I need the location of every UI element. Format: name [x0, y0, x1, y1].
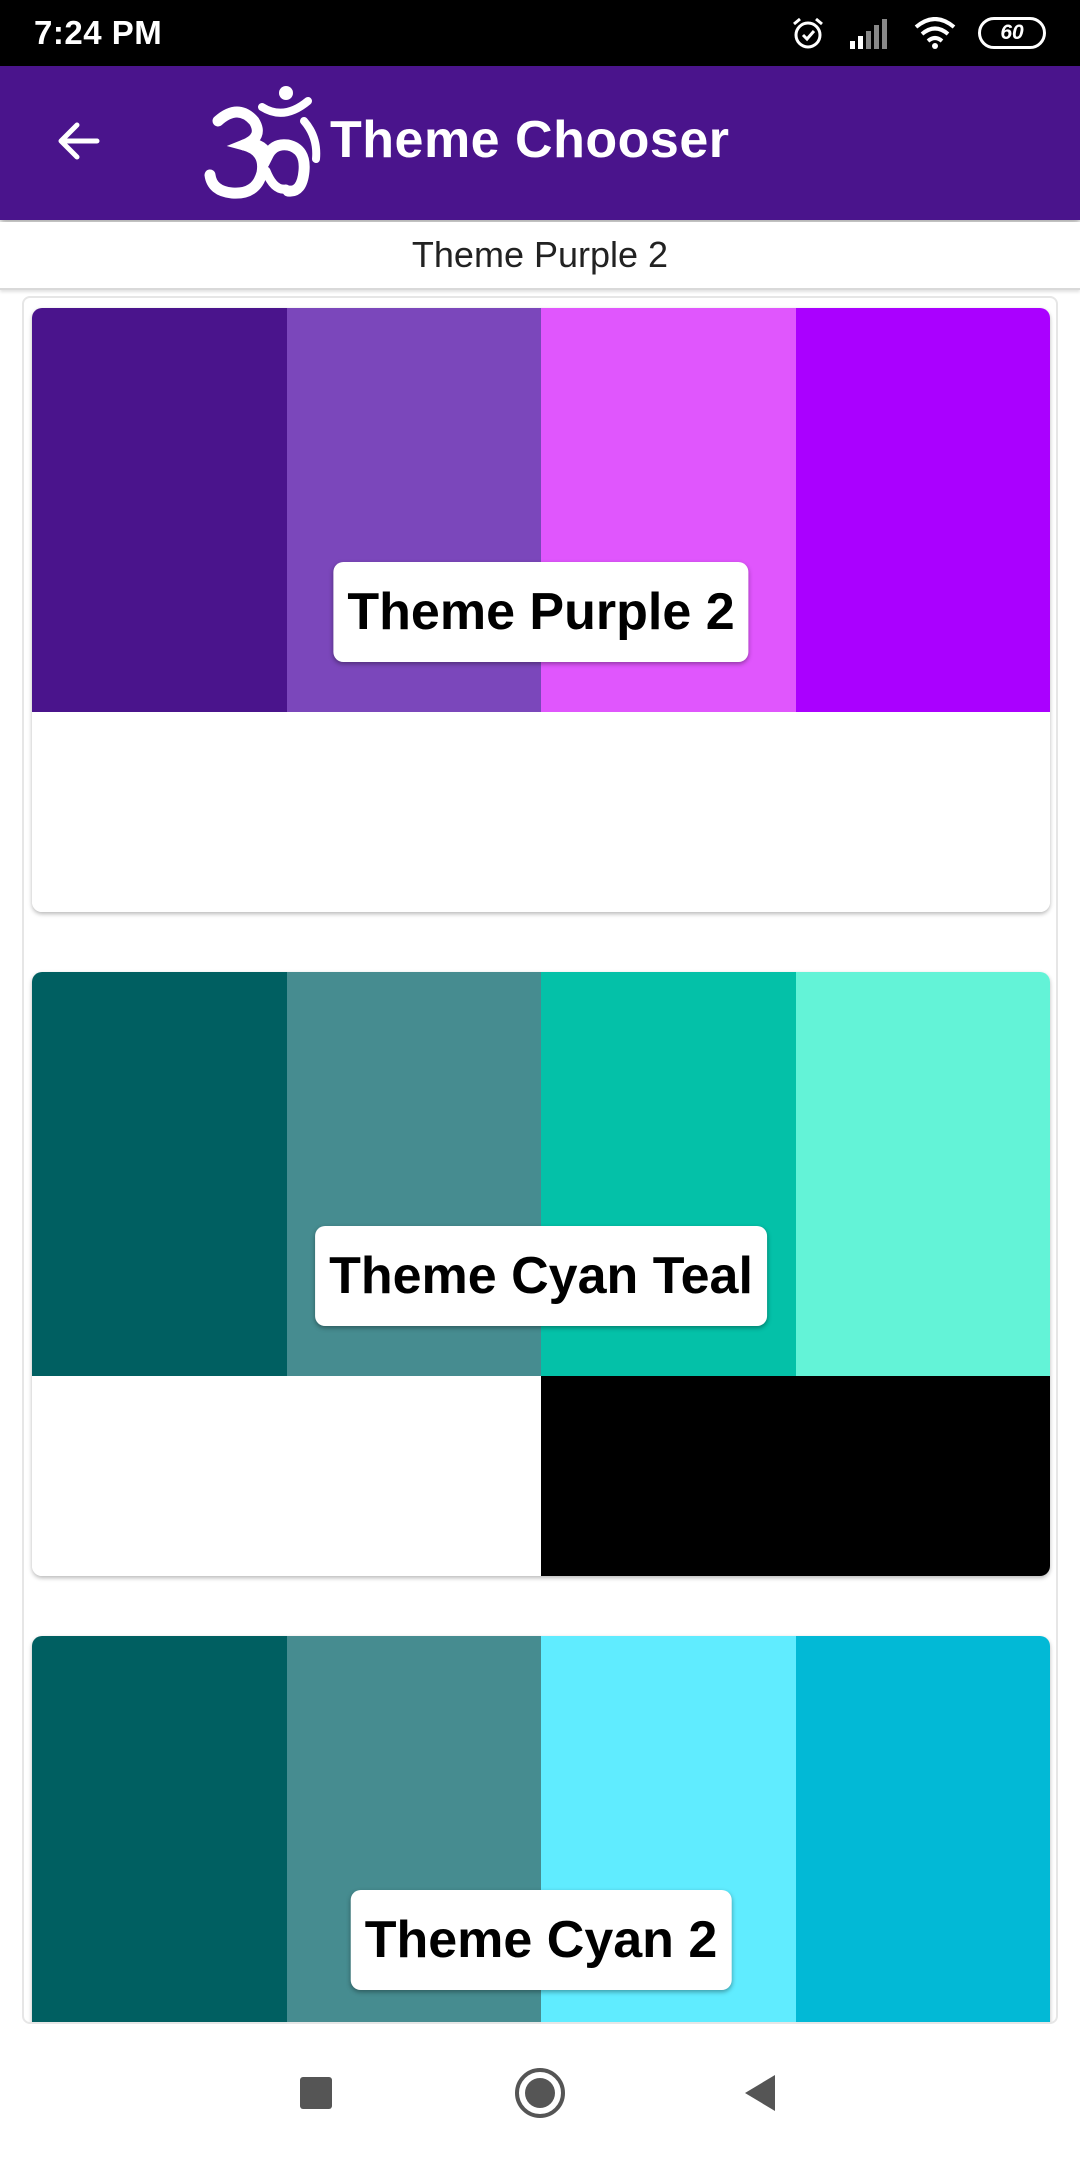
status-bar: 7:24 PM 60 — [0, 0, 1080, 66]
color-swatch — [795, 308, 1050, 712]
battery-icon: 60 — [978, 17, 1046, 49]
back-triangle-icon — [741, 2073, 781, 2118]
status-time: 7:24 PM — [34, 14, 163, 51]
color-swatch — [795, 972, 1050, 1376]
wifi-icon — [914, 17, 956, 49]
background-swatch — [541, 1376, 1050, 1576]
recents-square-icon — [298, 2075, 334, 2116]
navigation-bar — [0, 2030, 1080, 2160]
app-title: Theme Chooser — [330, 111, 730, 169]
theme-list[interactable]: Theme Purple 2 Theme Cyan Teal Theme Cya… — [22, 296, 1058, 2024]
background-swatch — [32, 712, 541, 912]
background-swatch — [32, 1376, 541, 1576]
color-swatch — [32, 972, 287, 1376]
signal-icon — [848, 17, 892, 49]
home-circle-icon — [513, 2066, 567, 2125]
back-button[interactable] — [44, 108, 114, 178]
om-symbol-icon — [204, 78, 328, 208]
recents-button[interactable] — [281, 2060, 351, 2130]
battery-level: 60 — [1000, 21, 1024, 44]
nav-back-button[interactable] — [726, 2060, 796, 2130]
theme-name: Theme Cyan 2 — [350, 1890, 732, 1990]
bottom-swatch-row — [32, 1376, 1050, 1576]
home-button[interactable] — [505, 2060, 575, 2130]
status-icons: 60 — [790, 15, 1046, 51]
theme-card-cyan-teal[interactable]: Theme Cyan Teal — [32, 972, 1050, 1576]
theme-name: Theme Purple 2 — [333, 562, 749, 662]
color-swatch — [32, 308, 287, 712]
background-swatch — [541, 712, 1050, 912]
arrow-back-icon — [53, 115, 105, 172]
theme-card-purple-2[interactable]: Theme Purple 2 — [32, 308, 1050, 912]
color-swatch — [32, 1636, 287, 2022]
theme-card-cyan-2[interactable]: Theme Cyan 2 — [32, 1636, 1050, 2022]
theme-name: Theme Cyan Teal — [315, 1226, 767, 1326]
bottom-swatch-row — [32, 712, 1050, 912]
alarm-icon — [790, 15, 826, 51]
current-theme-label: Theme Purple 2 — [0, 222, 1080, 290]
app-bar: Theme Chooser — [0, 66, 1080, 220]
screen: 7:24 PM 60 Theme Chooser Theme Purple 2 … — [0, 0, 1080, 2160]
color-swatch — [795, 1636, 1050, 2022]
